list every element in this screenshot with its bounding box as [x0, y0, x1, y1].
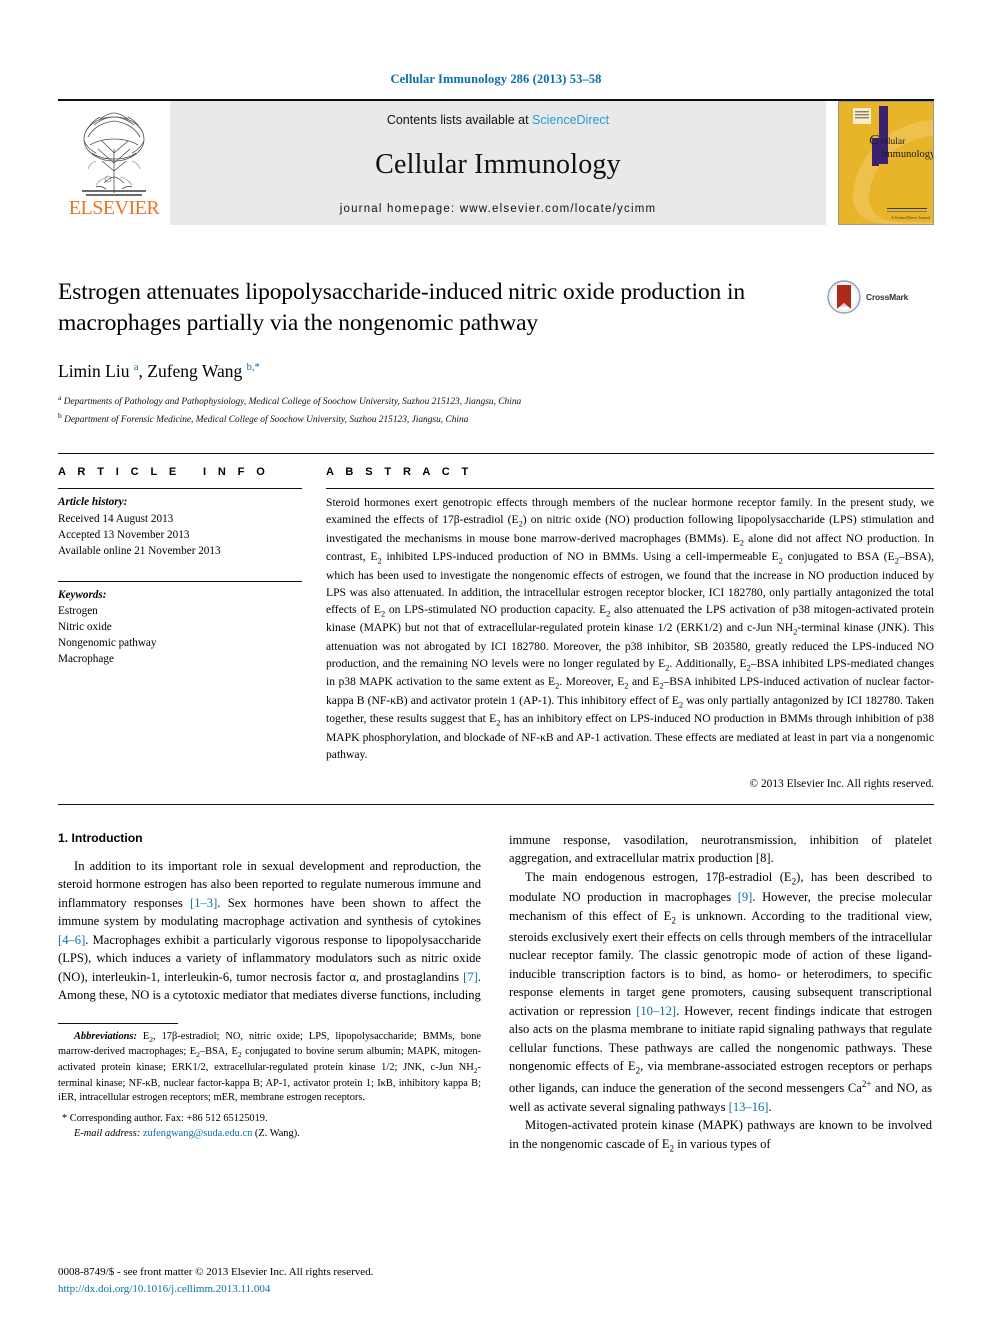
elsevier-tree-icon — [82, 112, 146, 196]
citation-link[interactable]: [7] — [463, 970, 478, 984]
elsevier-logo: ELSEVIER — [58, 101, 170, 225]
email-label: E-mail address: — [74, 1128, 141, 1140]
citation-link[interactable]: [13–16] — [729, 1100, 769, 1114]
journal-cover-image: C ellular Immunology A ScienceDirect Jou… — [838, 101, 934, 225]
footnote-abbreviations: Abbreviations: E2, 17β-estradiol; NO, ni… — [58, 1030, 481, 1104]
svg-text:A ScienceDirect Journal: A ScienceDirect Journal — [891, 215, 931, 220]
journal-masthead: ELSEVIER Contents lists available at Sci… — [58, 99, 934, 225]
history-received: Received 14 August 2013 — [58, 512, 174, 525]
footnote-rule — [58, 1022, 178, 1024]
section-title-introduction: 1. Introduction — [58, 830, 143, 845]
intro-paragraph-left: In addition to its important role in sex… — [58, 858, 482, 1003]
footnote-corresponding-author: * Corresponding author. Fax: +86 512 651… — [62, 1113, 268, 1125]
keyword-item: Estrogen — [58, 605, 98, 618]
author-affil-marker-a: a — [133, 362, 139, 374]
running-head: Cellular Immunology 286 (2013) 53–58 — [390, 72, 602, 86]
article-info-heading: A R T I C L E I N F O — [58, 466, 270, 479]
abstract-text: Steroid hormones exert genotropic effect… — [326, 496, 935, 761]
svg-text:ellular: ellular — [881, 137, 906, 147]
keywords-block: Keywords: Estrogen Nitric oxide Nongenom… — [58, 582, 302, 668]
page-footer: 0008-8749/$ - see front matter © 2013 El… — [58, 1264, 373, 1297]
intro-paragraph-right-3: Mitogen-activated protein kinase (MAPK) … — [509, 1118, 932, 1154]
journal-banner: Contents lists available at ScienceDirec… — [170, 101, 826, 225]
intro-paragraph-right-1: immune response, vasodilation, neurotran… — [509, 832, 932, 866]
article-history-label: Article history: — [58, 496, 128, 509]
crossmark-icon — [827, 280, 861, 314]
email-suffix: (Z. Wang). — [254, 1128, 300, 1140]
citation-link[interactable]: [10–12] — [636, 1004, 676, 1018]
footnote-email: E-mail address: zufengwang@suda.edu.cn (… — [58, 1126, 481, 1141]
affiliation-a: a Departments of Pathology and Pathophys… — [58, 393, 522, 408]
citation-link[interactable]: [4–6] — [58, 933, 85, 947]
contents-prefix: Contents lists available at — [386, 113, 533, 127]
journal-title: Cellular Immunology — [375, 149, 621, 180]
abbreviations-label: Abbreviations: — [74, 1030, 137, 1042]
article-info-column: A R T I C L E I N F O Article history: R… — [58, 466, 326, 789]
email-link[interactable]: zufengwang@suda.edu.cn — [143, 1128, 252, 1139]
keyword-item: Macrophage — [58, 653, 114, 666]
keyword-item: Nitric oxide — [58, 621, 112, 634]
footer-issn-line: 0008-8749/$ - see front matter © 2013 El… — [58, 1266, 374, 1278]
abstract-column: A B S T R A C T Steroid hormones exert g… — [326, 466, 935, 790]
right-column: immune response, vasodilation, neurotran… — [509, 831, 932, 1156]
divider — [58, 803, 934, 805]
author-affil-marker-b: b,* — [246, 362, 260, 374]
abstract-heading: A B S T R A C T — [326, 466, 473, 479]
svg-text:Immunology: Immunology — [881, 149, 933, 160]
history-accepted: Accepted 13 November 2013 — [58, 528, 190, 541]
affiliation-b: b Department of Forensic Medicine, Medic… — [58, 410, 469, 425]
abstract-copyright: © 2013 Elsevier Inc. All rights reserved… — [749, 777, 934, 790]
affiliations: a Departments of Pathology and Pathophys… — [58, 392, 934, 427]
article-page: Cellular Immunology 286 (2013) 53–58 ELS… — [0, 0, 992, 1323]
title-block: Estrogen attenuates lipopolysaccharide-i… — [58, 277, 934, 339]
info-abstract-row: A R T I C L E I N F O Article history: R… — [58, 453, 935, 790]
keywords-label: Keywords: — [58, 588, 107, 601]
author-list: Limin Liu a, Zufeng Wang b,* — [58, 361, 260, 382]
article-history: Article history: Received 14 August 2013… — [58, 489, 302, 559]
left-column: 1. Introduction In addition to its impor… — [58, 831, 481, 1156]
journal-cover-block: C ellular Immunology A ScienceDirect Jou… — [826, 101, 934, 225]
journal-homepage-line[interactable]: journal homepage: www.elsevier.com/locat… — [340, 203, 657, 215]
history-available-online: Available online 21 November 2013 — [58, 544, 221, 557]
cover-artwork: C ellular Immunology A ScienceDirect Jou… — [839, 102, 933, 224]
body-columns: 1. Introduction In addition to its impor… — [58, 831, 934, 1156]
footer-doi-link[interactable]: http://dx.doi.org/10.1016/j.cellimm.2013… — [58, 1281, 373, 1298]
page-title: Estrogen attenuates lipopolysaccharide-i… — [58, 279, 746, 337]
sciencedirect-link[interactable]: ScienceDirect — [532, 113, 609, 127]
elsevier-wordmark: ELSEVIER — [68, 197, 160, 219]
citation-link[interactable]: [9] — [738, 890, 753, 904]
svg-text:C: C — [869, 133, 879, 148]
crossmark-label: CrossMark — [866, 292, 909, 302]
intro-paragraph-right-2: The main endogenous estrogen, 17β-estrad… — [509, 869, 933, 1114]
contents-available-line: Contents lists available at ScienceDirec… — [387, 113, 609, 127]
crossmark-badge[interactable]: CrossMark — [826, 277, 934, 315]
keyword-item: Nongenomic pathway — [58, 637, 157, 650]
citation-link[interactable]: [1–3] — [190, 896, 217, 910]
